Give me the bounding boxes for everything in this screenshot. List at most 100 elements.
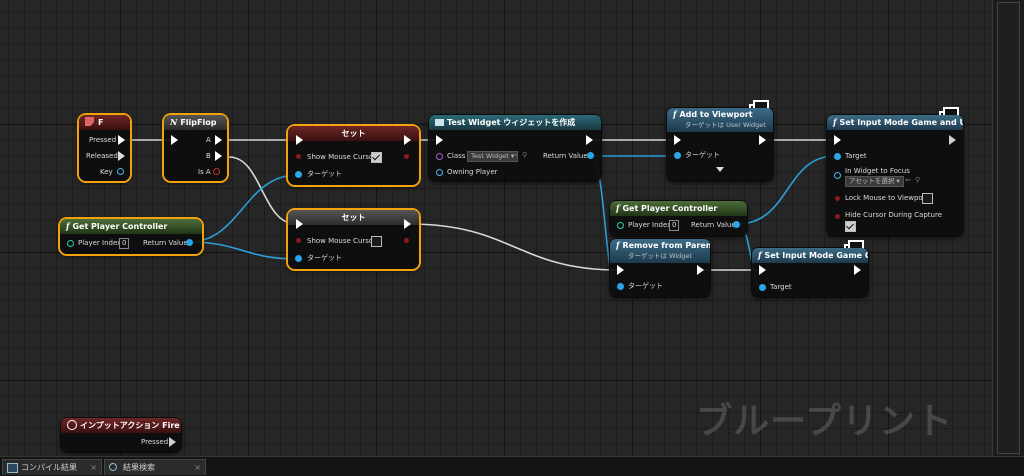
target-in-pin[interactable] bbox=[834, 153, 841, 160]
exec-in-pin[interactable] bbox=[296, 219, 303, 229]
tab-compile-results[interactable]: コンパイル結果 × bbox=[2, 459, 102, 475]
is-a-out-pin[interactable] bbox=[213, 168, 220, 175]
player-index-field[interactable]: 0 bbox=[119, 238, 130, 249]
blueprint-watermark: ブループリント bbox=[696, 401, 953, 442]
exec-out-pin[interactable] bbox=[404, 135, 411, 145]
node-header: fSet Input Mode Game Only bbox=[752, 248, 868, 263]
browse-arrow-icon[interactable]: ⇐ bbox=[905, 176, 911, 185]
player-index-field[interactable]: 0 bbox=[669, 220, 680, 231]
class-dropdown-value: Test Widget bbox=[471, 152, 509, 160]
set-show-mouse-cursor-node-top[interactable]: セット Show Mouse Cursor ターゲット bbox=[288, 126, 419, 185]
asset-select-dropdown[interactable]: アセットを選択 ▾ bbox=[845, 176, 904, 187]
pin-label-return-value: Return Value bbox=[543, 152, 588, 160]
exec-out-pin-pressed[interactable] bbox=[118, 135, 125, 145]
add-to-viewport-node[interactable]: f Add to Viewport ターゲットは User Widget ターゲット bbox=[667, 100, 773, 181]
target-in-pin[interactable] bbox=[295, 255, 302, 262]
node-title: Set Input Mode Game Only bbox=[764, 251, 868, 260]
create-widget-node[interactable]: Test Widget ウィジェットを作成 Class Test Widget … bbox=[429, 115, 601, 181]
show-mouse-cursor-checkbox[interactable] bbox=[371, 236, 382, 247]
object-wire-pc-set-bottom bbox=[188, 241, 298, 260]
widget-icon bbox=[435, 119, 444, 126]
node-header: f Remove from Parent ターゲットは Widget bbox=[610, 239, 710, 263]
exec-in-pin[interactable] bbox=[296, 135, 303, 145]
vertical-scrollbar[interactable] bbox=[992, 0, 1024, 456]
node-header: f Add to Viewport ターゲットは User Widget bbox=[667, 108, 773, 132]
return-value-out-pin[interactable] bbox=[587, 152, 594, 159]
exec-in-pin[interactable] bbox=[171, 135, 178, 145]
pin-label-hide-cursor: Hide Cursor During Capture bbox=[845, 211, 943, 219]
exec-out-pin[interactable] bbox=[586, 135, 593, 145]
scrollbar-thumb[interactable] bbox=[997, 2, 1020, 454]
exec-out-pin-b[interactable] bbox=[215, 151, 222, 161]
exec-out-pin-released[interactable] bbox=[118, 151, 125, 161]
target-in-pin[interactable] bbox=[617, 283, 624, 290]
show-mouse-cursor-in-pin[interactable] bbox=[296, 154, 301, 159]
exec-in-pin[interactable] bbox=[834, 135, 841, 145]
pin-label-lock-mouse: Lock Mouse to Viewport bbox=[845, 194, 929, 202]
pin-label-show-mouse-cursor: Show Mouse Cursor bbox=[307, 153, 377, 161]
lock-mouse-checkbox[interactable] bbox=[922, 193, 933, 204]
node-title: Get Player Controller bbox=[622, 204, 718, 213]
exec-in-pin[interactable] bbox=[759, 265, 766, 275]
search-icon[interactable]: ⚲ bbox=[915, 176, 920, 185]
remove-from-parent-node[interactable]: f Remove from Parent ターゲットは Widget ターゲット bbox=[610, 239, 710, 297]
exec-in-pin[interactable] bbox=[436, 135, 443, 145]
show-mouse-cursor-checkbox[interactable] bbox=[371, 152, 382, 163]
key-f-event-node[interactable]: F Pressed Released Key bbox=[79, 115, 130, 181]
node-header: セット bbox=[288, 210, 419, 225]
owning-player-in-pin[interactable] bbox=[436, 169, 443, 176]
input-action-fire-node[interactable]: インプットアクション Fire Pressed bbox=[61, 418, 181, 452]
search-icon[interactable]: ⚲ bbox=[522, 151, 527, 160]
key-out-pin[interactable] bbox=[117, 168, 124, 175]
hide-cursor-in-pin[interactable] bbox=[835, 214, 840, 219]
in-widget-to-focus-in-pin[interactable] bbox=[834, 172, 841, 179]
pin-label-target: Target bbox=[845, 152, 867, 160]
close-icon[interactable]: × bbox=[194, 460, 201, 475]
set-input-mode-game-and-ui-node[interactable]: f Set Input Mode Game and UI Target In Wi… bbox=[827, 107, 963, 236]
get-player-controller-node-left[interactable]: f Get Player Controller Player Index 0 Re… bbox=[60, 219, 202, 254]
return-value-out-pin[interactable] bbox=[186, 239, 193, 246]
exec-in-pin[interactable] bbox=[617, 265, 624, 275]
return-value-out-pin[interactable] bbox=[733, 221, 740, 228]
pin-label-target: ターゲット bbox=[307, 254, 342, 262]
node-title: セット bbox=[341, 213, 366, 222]
exec-out-pin[interactable] bbox=[404, 219, 411, 229]
exec-out-pin[interactable] bbox=[854, 265, 861, 275]
get-player-controller-node-mid[interactable]: f Get Player Controller Player Index 0 Re… bbox=[610, 201, 747, 236]
close-icon[interactable]: × bbox=[90, 460, 97, 475]
target-in-pin[interactable] bbox=[295, 171, 302, 178]
show-mouse-cursor-out-pin[interactable] bbox=[404, 154, 409, 159]
lock-mouse-in-pin[interactable] bbox=[835, 196, 840, 201]
set-input-mode-game-only-node[interactable]: fSet Input Mode Game Only Target bbox=[752, 240, 868, 297]
show-mouse-cursor-out-pin[interactable] bbox=[404, 238, 409, 243]
keyboard-icon bbox=[85, 117, 94, 126]
node-subtitle: ターゲットは User Widget bbox=[685, 121, 766, 129]
show-mouse-cursor-in-pin[interactable] bbox=[296, 238, 301, 243]
expand-arrow-icon[interactable] bbox=[716, 167, 724, 172]
player-index-in-pin[interactable] bbox=[67, 240, 74, 247]
pin-label-key: Key bbox=[100, 168, 113, 176]
tab-label: 結果検索 bbox=[123, 463, 155, 472]
class-in-pin[interactable] bbox=[436, 153, 443, 160]
set-show-mouse-cursor-node-bottom[interactable]: セット Show Mouse Cursor ターゲット bbox=[288, 210, 419, 269]
exec-wire-flipflop-b-set-bottom bbox=[228, 156, 297, 225]
player-index-in-pin[interactable] bbox=[617, 222, 624, 229]
exec-in-pin[interactable] bbox=[674, 135, 681, 145]
exec-out-pin-pressed[interactable] bbox=[169, 437, 176, 447]
flipflop-node[interactable]: N FlipFlop A B Is A bbox=[164, 115, 227, 181]
exec-out-pin[interactable] bbox=[949, 135, 956, 145]
compile-results-icon bbox=[7, 463, 18, 473]
browse-arrow-icon[interactable]: ⇐ bbox=[512, 151, 518, 160]
target-in-pin[interactable] bbox=[759, 284, 766, 291]
blueprint-graph-canvas[interactable]: F Pressed Released Key N FlipFlop A B Is … bbox=[0, 0, 993, 456]
class-dropdown[interactable]: Test Widget ▾ bbox=[467, 151, 519, 162]
search-icon bbox=[109, 463, 117, 471]
hide-cursor-checkbox[interactable] bbox=[845, 221, 856, 232]
pin-label-b: B bbox=[206, 152, 211, 160]
tab-find-results[interactable]: 結果検索 × bbox=[104, 459, 206, 475]
exec-out-pin-a[interactable] bbox=[215, 135, 222, 145]
node-header: F bbox=[79, 115, 130, 130]
exec-out-pin[interactable] bbox=[759, 135, 766, 145]
target-in-pin[interactable] bbox=[674, 152, 681, 159]
exec-out-pin[interactable] bbox=[697, 265, 704, 275]
